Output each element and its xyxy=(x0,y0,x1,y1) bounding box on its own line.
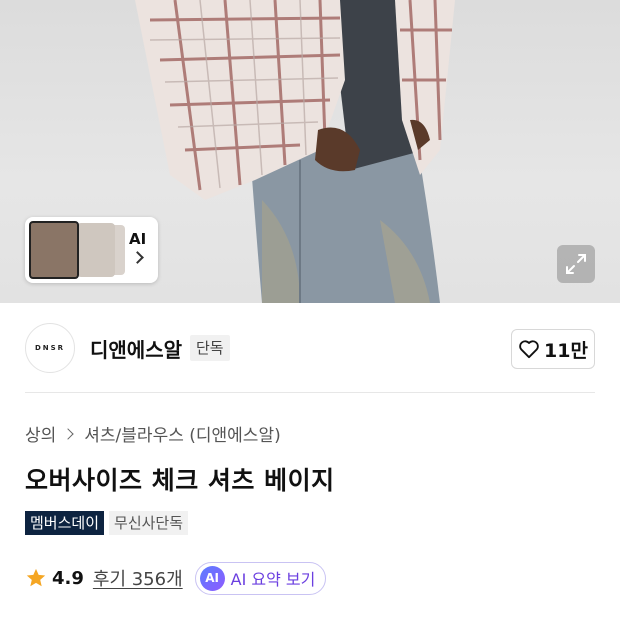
gallery-thumbnail-strip[interactable]: AI xyxy=(25,217,158,283)
ai-summary-label: AI 요약 보기 xyxy=(230,570,316,589)
rating-value: 4.9 xyxy=(52,567,84,589)
brand-name[interactable]: 디앤에스알 xyxy=(90,334,182,363)
chevron-right-icon xyxy=(131,251,144,264)
ai-icon: AI xyxy=(199,565,225,591)
ai-summary-button[interactable]: AI AI 요약 보기 xyxy=(194,561,327,595)
like-count: 11만 xyxy=(544,339,588,362)
expand-icon xyxy=(566,254,586,274)
divider xyxy=(25,392,595,393)
like-button[interactable]: 11만 xyxy=(511,329,595,369)
thumbnail-2[interactable] xyxy=(77,223,115,277)
brand-exclusive-badge: 단독 xyxy=(190,335,230,361)
breadcrumb: 상의 셔츠/블라우스 (디앤에스알) xyxy=(25,421,281,446)
review-count-link[interactable]: 후기 356개 xyxy=(93,565,183,591)
gallery-ai-label: AI xyxy=(129,230,147,248)
brand-row: DNSR 디앤에스알 단독 11만 xyxy=(0,303,620,393)
brand-logo-text: DNSR xyxy=(34,344,66,352)
product-tags: 멤버스데이 무신사단독 xyxy=(25,511,189,535)
rating-row: 4.9 후기 356개 AI AI 요약 보기 xyxy=(25,561,327,595)
product-title: 오버사이즈 체크 셔츠 베이지 xyxy=(25,466,335,495)
tag-membersday: 멤버스데이 xyxy=(25,511,105,535)
thumbnail-1-selected[interactable] xyxy=(29,221,79,279)
heart-icon xyxy=(519,340,539,359)
breadcrumb-category[interactable]: 상의 xyxy=(25,421,56,446)
brand-logo[interactable]: DNSR xyxy=(25,323,75,373)
breadcrumb-subcategory[interactable]: 셔츠/블라우스 (디앤에스알) xyxy=(84,421,280,446)
chevron-right-icon xyxy=(62,427,74,440)
product-hero-image[interactable]: AI xyxy=(0,0,620,303)
tag-exclusive: 무신사단독 xyxy=(109,511,189,535)
expand-image-button[interactable] xyxy=(557,245,595,283)
star-icon xyxy=(26,568,46,587)
